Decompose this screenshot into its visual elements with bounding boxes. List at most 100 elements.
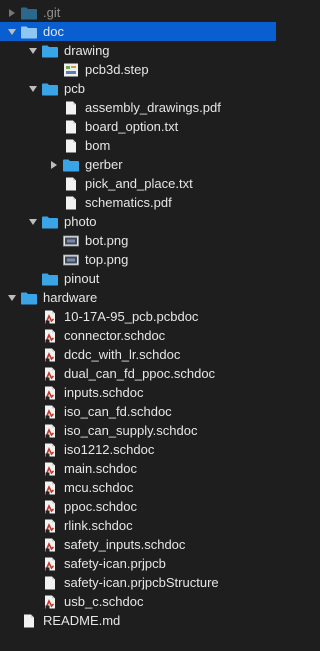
- document-icon: [20, 614, 38, 628]
- tree-item-label: dcdc_with_lr.schdoc: [64, 347, 181, 362]
- tree-folder-row[interactable]: photo: [0, 212, 276, 231]
- tree-file-row[interactable]: mcu.schdoc: [0, 478, 276, 497]
- tree-file-row[interactable]: ppoc.schdoc: [0, 497, 276, 516]
- chevron-down-icon[interactable]: [6, 26, 18, 38]
- tree-file-row[interactable]: main.schdoc: [0, 459, 276, 478]
- altium-file-icon: [41, 481, 59, 495]
- tree-folder-row[interactable]: pinout: [0, 269, 276, 288]
- tree-item-label: bom: [85, 138, 111, 153]
- tree-item-label: gerber: [85, 157, 123, 172]
- altium-file-icon: [41, 405, 59, 419]
- tree-file-row[interactable]: bom: [0, 136, 276, 155]
- tree-file-row[interactable]: safety-ican.prjpcb: [0, 554, 276, 573]
- tree-file-row[interactable]: connector.schdoc: [0, 326, 276, 345]
- altium-file-icon: [41, 443, 59, 457]
- altium-file-icon: [41, 310, 59, 324]
- folder-icon: [20, 6, 38, 20]
- folder-icon: [41, 215, 59, 229]
- tree-file-row[interactable]: dual_can_fd_ppoc.schdoc: [0, 364, 276, 383]
- tree-file-row[interactable]: schematics.pdf: [0, 193, 276, 212]
- folder-icon: [41, 82, 59, 96]
- tree-item-label: board_option.txt: [85, 119, 179, 134]
- folder-icon: [41, 44, 59, 58]
- tree-item-label: pcb: [64, 81, 85, 96]
- altium-file-icon: [41, 329, 59, 343]
- tree-item-label: .git: [43, 5, 61, 20]
- tree-item-label: safety_inputs.schdoc: [64, 537, 186, 552]
- tree-file-row[interactable]: safety_inputs.schdoc: [0, 535, 276, 554]
- document-icon: [62, 101, 80, 115]
- tree-folder-row[interactable]: drawing: [0, 41, 276, 60]
- tree-item-label: bot.png: [85, 233, 129, 248]
- altium-file-icon: [41, 500, 59, 514]
- tree-item-label: safety-ican.prjpcb: [64, 556, 166, 571]
- tree-item-label: 10-17A-95_pcb.pcbdoc: [64, 309, 199, 324]
- document-icon: [62, 177, 80, 191]
- chevron-right-icon[interactable]: [6, 7, 18, 19]
- chevron-down-icon[interactable]: [27, 45, 39, 57]
- file-tree: .git doc drawing pcb3d.step pcb assembly_draw…: [0, 0, 276, 651]
- tree-item-label: mcu.schdoc: [64, 480, 134, 495]
- tree-file-row[interactable]: top.png: [0, 250, 276, 269]
- tree-item-label: ppoc.schdoc: [64, 499, 137, 514]
- chevron-down-icon[interactable]: [6, 292, 18, 304]
- tree-folder-row[interactable]: gerber: [0, 155, 276, 174]
- image-file-icon: [62, 253, 80, 267]
- chevron-right-icon[interactable]: [48, 159, 60, 171]
- folder-icon: [20, 291, 38, 305]
- tree-item-label: README.md: [43, 613, 121, 628]
- tree-folder-row[interactable]: pcb: [0, 79, 276, 98]
- tree-file-row[interactable]: safety-ican.prjpcbStructure: [0, 573, 276, 592]
- tree-file-row[interactable]: README.md: [0, 611, 276, 630]
- tree-file-row[interactable]: pcb3d.step: [0, 60, 276, 79]
- tree-file-row[interactable]: inputs.schdoc: [0, 383, 276, 402]
- document-icon: [62, 196, 80, 210]
- chevron-down-icon[interactable]: [27, 216, 39, 228]
- altium-file-icon: [41, 538, 59, 552]
- tree-item-label: assembly_drawings.pdf: [85, 100, 221, 115]
- tree-item-label: iso_can_supply.schdoc: [64, 423, 198, 438]
- tree-item-label: pinout: [64, 271, 100, 286]
- tree-folder-row[interactable]: doc: [0, 22, 276, 41]
- tree-file-row[interactable]: rlink.schdoc: [0, 516, 276, 535]
- tree-item-label: iso_can_fd.schdoc: [64, 404, 172, 419]
- tree-folder-row[interactable]: .git: [0, 3, 276, 22]
- altium-file-icon: [41, 348, 59, 362]
- tree-item-label: top.png: [85, 252, 129, 267]
- tree-file-row[interactable]: usb_c.schdoc: [0, 592, 276, 611]
- document-icon: [62, 120, 80, 134]
- tree-item-label: pcb3d.step: [85, 62, 149, 77]
- tree-file-row[interactable]: bot.png: [0, 231, 276, 250]
- tree-item-label: drawing: [64, 43, 110, 58]
- tree-file-row[interactable]: iso_can_fd.schdoc: [0, 402, 276, 421]
- tree-item-label: photo: [64, 214, 97, 229]
- tree-file-row[interactable]: assembly_drawings.pdf: [0, 98, 276, 117]
- altium-file-icon: [41, 462, 59, 476]
- tree-item-label: main.schdoc: [64, 461, 137, 476]
- tree-file-row[interactable]: iso_can_supply.schdoc: [0, 421, 276, 440]
- tree-file-row[interactable]: 10-17A-95_pcb.pcbdoc: [0, 307, 276, 326]
- tree-file-row[interactable]: pick_and_place.txt: [0, 174, 276, 193]
- altium-file-icon: [41, 424, 59, 438]
- document-icon: [41, 576, 59, 590]
- altium-file-icon: [41, 595, 59, 609]
- tree-item-label: schematics.pdf: [85, 195, 172, 210]
- tree-item-label: connector.schdoc: [64, 328, 166, 343]
- tree-item-label: hardware: [43, 290, 98, 305]
- tree-file-row[interactable]: dcdc_with_lr.schdoc: [0, 345, 276, 364]
- tree-item-label: usb_c.schdoc: [64, 594, 144, 609]
- tree-item-label: dual_can_fd_ppoc.schdoc: [64, 366, 216, 381]
- altium-file-icon: [41, 519, 59, 533]
- folder-icon: [20, 25, 38, 39]
- tree-item-label: iso1212.schdoc: [64, 442, 155, 457]
- altium-file-icon: [41, 557, 59, 571]
- step-file-icon: [62, 63, 80, 77]
- tree-folder-row[interactable]: hardware: [0, 288, 276, 307]
- tree-file-row[interactable]: iso1212.schdoc: [0, 440, 276, 459]
- folder-icon: [41, 272, 59, 286]
- altium-file-icon: [41, 367, 59, 381]
- tree-item-label: doc: [43, 24, 64, 39]
- tree-file-row[interactable]: board_option.txt: [0, 117, 276, 136]
- image-file-icon: [62, 234, 80, 248]
- chevron-down-icon[interactable]: [27, 83, 39, 95]
